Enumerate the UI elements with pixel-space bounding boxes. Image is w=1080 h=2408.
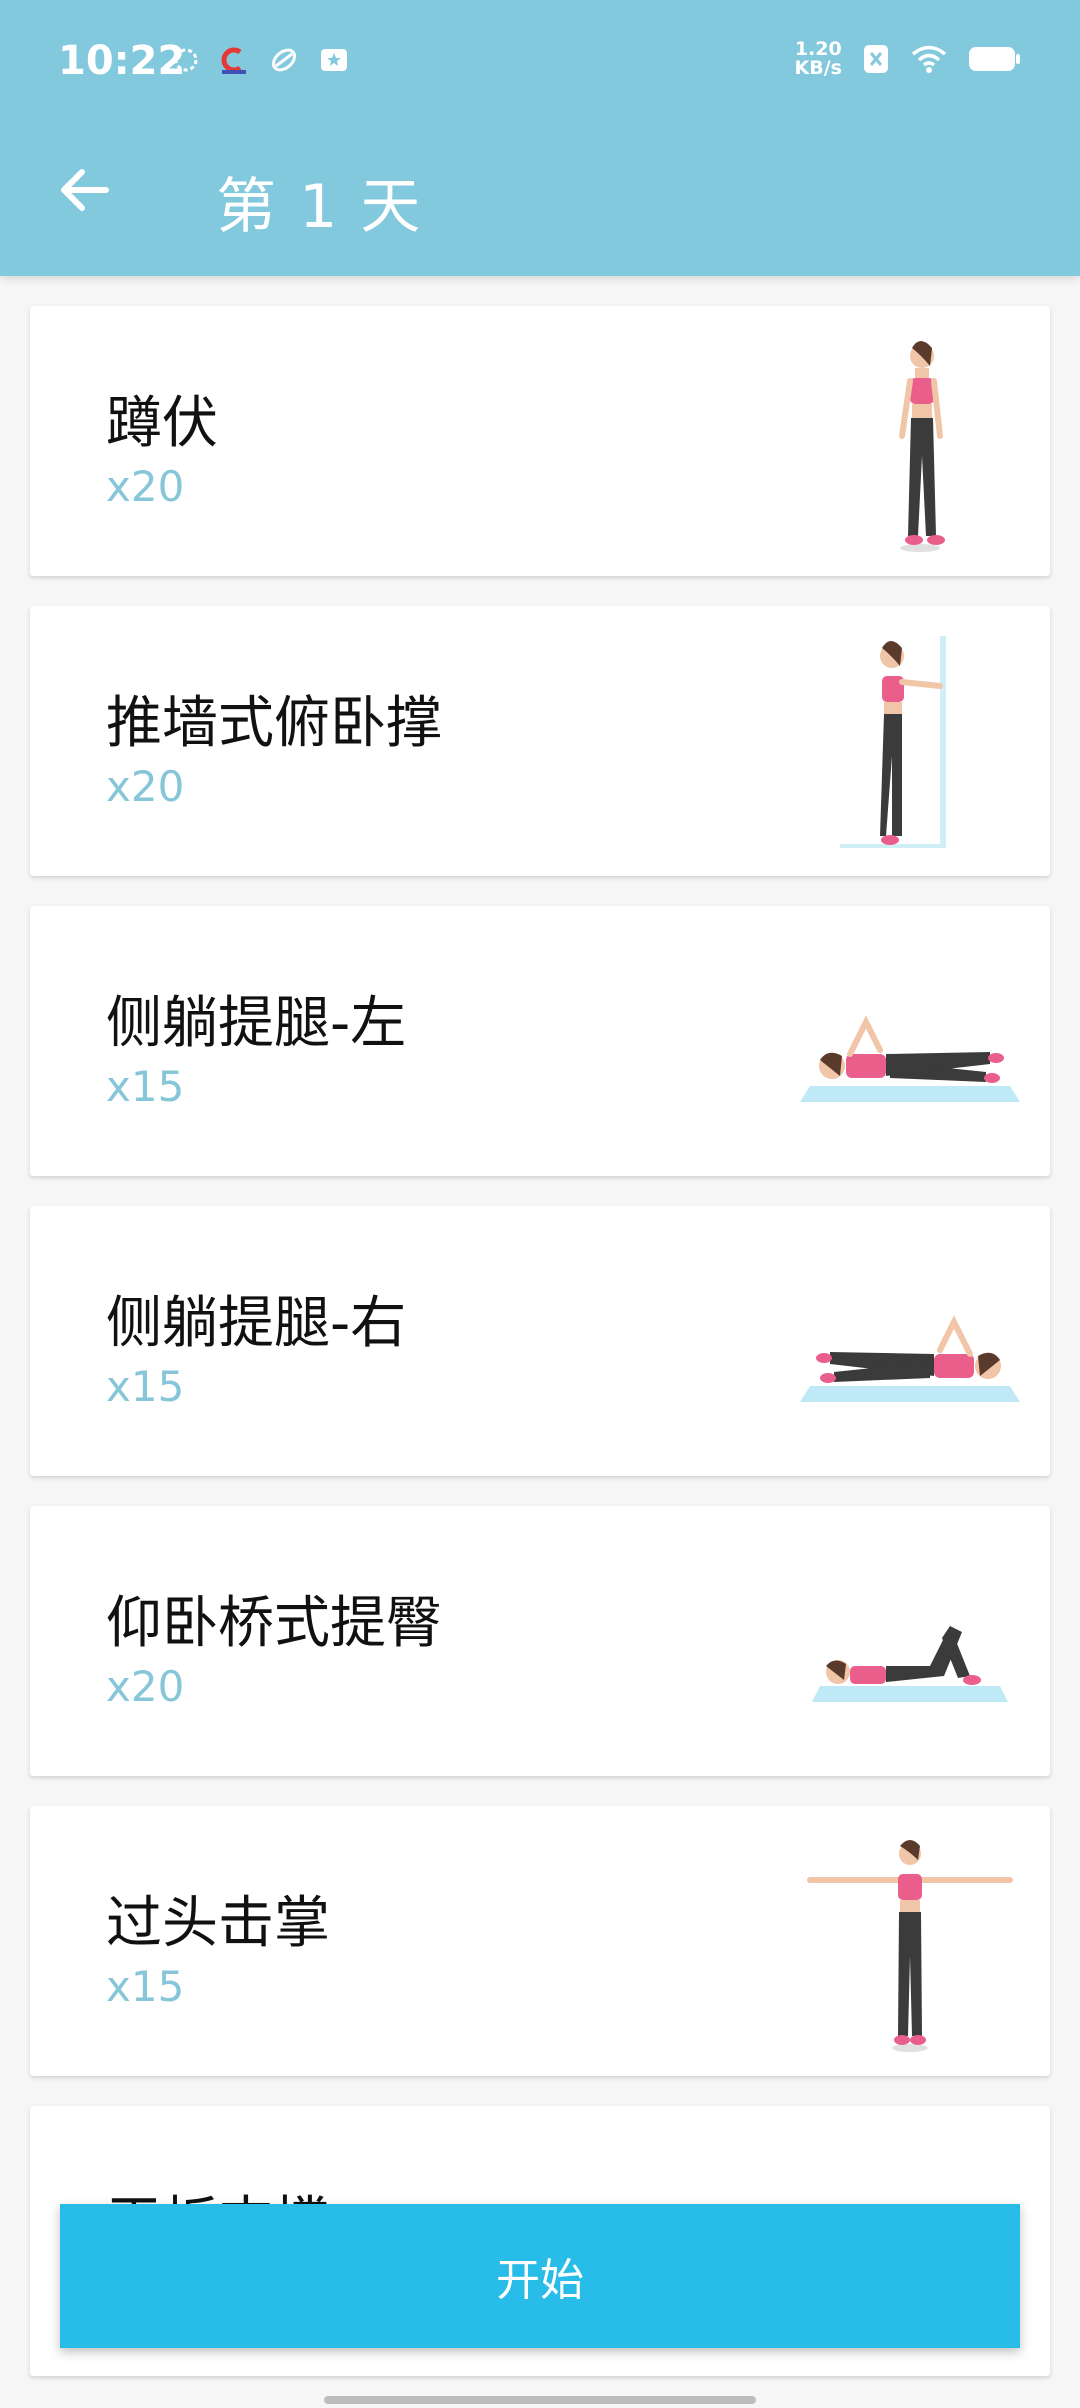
- home-indicator[interactable]: [324, 2396, 756, 2404]
- exercise-count: x15: [106, 1062, 185, 1111]
- status-system-icons: 1.20 KB/s: [795, 40, 1022, 78]
- app-notification-icon: [221, 47, 246, 74]
- start-button[interactable]: 开始: [60, 2204, 1020, 2348]
- wifi-icon: [911, 45, 947, 73]
- sync-icon: [174, 48, 198, 72]
- exercise-list[interactable]: 蹲伏 x20 推墙式俯卧撑 x20 侧躺提腿-左 x15 侧躺提腿-右 x15 …: [30, 306, 1050, 2406]
- exercise-count: x15: [106, 1962, 185, 2011]
- app-header: 10:22 1.20 KB/s 第 1 天: [0, 0, 1080, 276]
- glute-bridge-illustration: [812, 1626, 1008, 1702]
- exercise-card[interactable]: 侧躺提腿-右 x15: [30, 1206, 1050, 1476]
- overhead-clap-illustration: [807, 1840, 1013, 2052]
- exercise-name: 推墙式俯卧撑: [106, 691, 442, 756]
- status-notification-icons: [172, 44, 350, 76]
- back-button[interactable]: [54, 160, 114, 220]
- arrow-left-icon: [61, 169, 109, 211]
- exercise-name: 蹲伏: [106, 391, 218, 456]
- sim-off-icon: [864, 45, 888, 73]
- exercise-count: x20: [106, 762, 185, 811]
- wall-pushup-illustration: [840, 636, 946, 848]
- exercise-card[interactable]: 蹲伏 x20: [30, 306, 1050, 576]
- side-lying-leg-raise-left-illustration: [800, 1015, 1020, 1102]
- exercise-name: 侧躺提腿-右: [106, 1291, 407, 1356]
- exercise-count: x20: [106, 1662, 185, 1711]
- exercise-count: x15: [106, 1362, 185, 1411]
- exercise-name: 过头击掌: [106, 1891, 330, 1956]
- exercise-name: 仰卧桥式提臀: [106, 1591, 442, 1656]
- exercise-name: 侧躺提腿-左: [106, 991, 407, 1056]
- status-bar: 10:22 1.20 KB/s: [0, 0, 1080, 126]
- status-time: 10:22: [58, 38, 186, 84]
- star-badge-icon: [321, 49, 347, 71]
- standing-figure-illustration: [899, 341, 945, 552]
- exercise-card[interactable]: 侧躺提腿-左 x15: [30, 906, 1050, 1176]
- side-lying-leg-raise-right-illustration: [800, 1315, 1020, 1402]
- exercise-card[interactable]: 推墙式俯卧撑 x20: [30, 606, 1050, 876]
- link-icon: [271, 48, 297, 72]
- page-title: 第 1 天: [216, 172, 423, 242]
- net-speed: 1.20 KB/s: [794, 38, 842, 79]
- exercise-card[interactable]: 过头击掌 x15: [30, 1806, 1050, 2076]
- exercise-card[interactable]: 仰卧桥式提臀 x20: [30, 1506, 1050, 1776]
- battery-icon: [969, 47, 1020, 71]
- exercise-count: x20: [106, 462, 185, 511]
